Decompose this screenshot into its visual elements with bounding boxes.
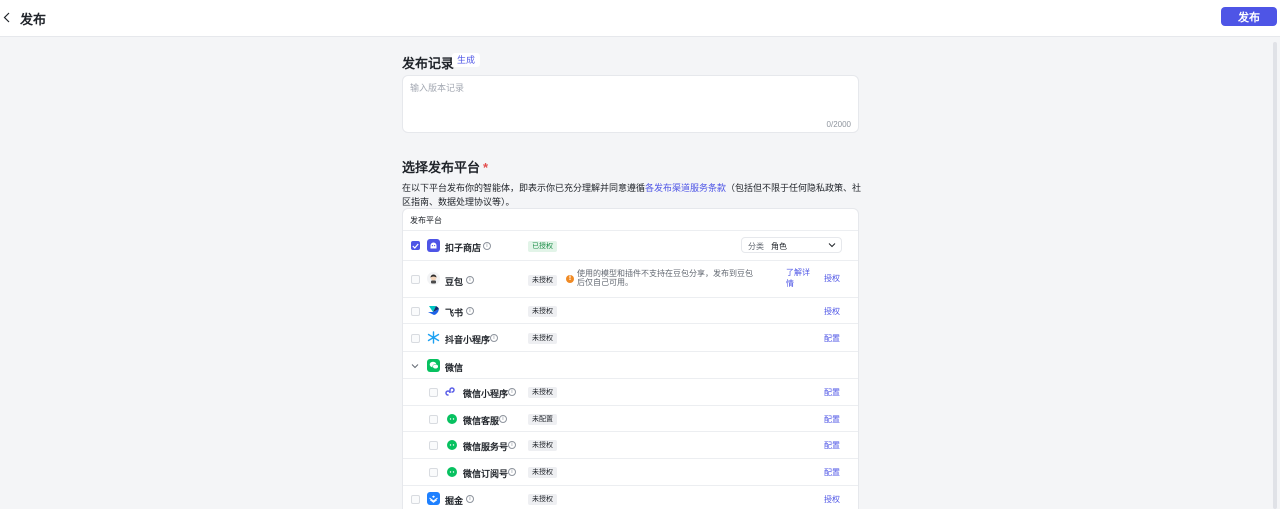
doubao-checkbox[interactable] — [411, 275, 420, 284]
info-icon[interactable]: i — [508, 441, 516, 449]
platform-description: 在以下平台发布你的智能体，即表示你已充分理解并同意遵循各发布渠道服务条款（包括但… — [402, 181, 864, 209]
info-icon[interactable]: i — [466, 495, 474, 503]
wechat-icon — [427, 359, 440, 372]
platform-row-juejin: 掘金 i 未授权 授权 — [403, 486, 858, 509]
platform-table-header: 发布平台 — [403, 209, 858, 231]
douyin-configure-button[interactable]: 配置 — [824, 333, 840, 344]
info-icon[interactable]: i — [508, 468, 516, 476]
wx-mini-status-badge: 未授权 — [528, 387, 557, 398]
category-select[interactable]: 分类 角色 — [741, 237, 842, 253]
platform-row-coze-store: 扣子商店 i 已授权 分类 角色 — [403, 231, 858, 261]
platform-row-douyin: 抖音小程序 i 未授权 配置 — [403, 324, 858, 352]
wx-subscribe-checkbox[interactable] — [429, 468, 438, 477]
platform-group-wechat: 微信 — [403, 352, 858, 379]
chevron-left-icon — [3, 12, 9, 22]
info-icon[interactable]: i — [499, 415, 507, 423]
wechat-bubble-icon — [447, 467, 457, 477]
platform-row-feishu: 飞书 i 未授权 授权 — [403, 298, 858, 324]
info-icon[interactable]: i — [483, 242, 491, 250]
doubao-warning-text: 使用的模型和插件不支持在豆包分享，发布到豆包后仅自己可用。 — [577, 269, 753, 287]
chevron-down-icon[interactable] — [411, 362, 419, 370]
char-counter: 0/2000 — [826, 120, 851, 129]
wx-service-checkbox[interactable] — [429, 415, 438, 424]
wx-subscribe-configure-button[interactable]: 配置 — [824, 467, 840, 478]
wechat-bubble-icon — [447, 440, 457, 450]
column-header-platform: 发布平台 — [410, 216, 442, 225]
douyin-mini-icon — [427, 331, 440, 344]
douyin-name: 抖音小程序 — [445, 335, 491, 345]
publish-button[interactable]: 发布 — [1221, 7, 1277, 26]
learn-more-link[interactable]: 了解详情 — [786, 267, 814, 289]
wechat-bubble-icon — [447, 414, 457, 424]
platform-row-wx-subscribe: 微信订阅号 i 未授权 配置 — [403, 459, 858, 486]
doubao-status-badge: 未授权 — [528, 275, 557, 286]
wechat-group-name: 微信 — [445, 363, 464, 373]
platform-row-wx-mini: 微信小程序 i 未授权 配置 — [403, 379, 858, 406]
wx-mini-checkbox[interactable] — [429, 388, 438, 397]
wx-service-status-badge: 未配置 — [528, 414, 557, 425]
wx-service-configure-button[interactable]: 配置 — [824, 414, 840, 425]
info-icon[interactable]: i — [508, 388, 516, 396]
wx-mini-name: 微信小程序 — [463, 389, 509, 399]
wx-subscribe-status-badge: 未授权 — [528, 467, 557, 478]
warning-icon: ! — [566, 275, 574, 283]
platform-row-doubao: 豆包 i 未授权 ! 使用的模型和插件不支持在豆包分享，发布到豆包后仅自己可用。… — [403, 261, 858, 298]
category-select-label: 分类 — [748, 242, 764, 251]
coze-store-status-badge: 已授权 — [528, 241, 557, 252]
record-input-box: 0/2000 — [402, 75, 859, 133]
wx-official-status-badge: 未授权 — [528, 440, 557, 451]
juejin-status-badge: 未授权 — [528, 494, 557, 505]
wx-service-name: 微信客服 — [463, 416, 500, 426]
wx-official-checkbox[interactable] — [429, 441, 438, 450]
coze-store-icon — [427, 239, 440, 252]
wx-official-configure-button[interactable]: 配置 — [824, 440, 840, 451]
doubao-authorize-button[interactable]: 授权 — [824, 273, 840, 284]
doubao-icon — [427, 272, 440, 285]
platform-row-wx-service: 微信客服 i 未配置 配置 — [403, 406, 858, 432]
info-icon[interactable]: i — [466, 276, 474, 284]
wx-mini-configure-button[interactable]: 配置 — [824, 387, 840, 398]
info-icon[interactable]: i — [466, 307, 474, 315]
top-bar: 发布 发布 — [0, 0, 1280, 37]
info-icon[interactable]: i — [490, 334, 498, 342]
check-icon — [412, 243, 419, 249]
feishu-authorize-button[interactable]: 授权 — [824, 306, 840, 317]
coze-store-checkbox[interactable] — [411, 241, 420, 250]
feishu-icon — [427, 304, 440, 317]
desc-prefix: 在以下平台发布你的智能体，即表示你已充分理解并同意遵循 — [402, 183, 646, 193]
generate-button[interactable]: 生成 — [452, 53, 481, 67]
juejin-icon — [427, 492, 440, 505]
douyin-checkbox[interactable] — [411, 334, 420, 343]
terms-link[interactable]: 各发布渠道服务条款 — [645, 183, 726, 193]
wx-subscribe-name: 微信订阅号 — [463, 469, 509, 479]
platform-row-wx-official: 微信服务号 i 未授权 配置 — [403, 432, 858, 459]
page-scrollbar[interactable] — [1273, 42, 1277, 509]
juejin-authorize-button[interactable]: 授权 — [824, 494, 840, 505]
platform-section-title: 选择发布平台 * — [402, 157, 488, 176]
platform-table: 发布平台 扣子商店 i 已授权 分类 角色 豆包 i 未授权 ! 使用的模型和插… — [402, 208, 859, 509]
version-record-input[interactable] — [403, 76, 858, 132]
feishu-checkbox[interactable] — [411, 307, 420, 316]
chevron-down-icon — [828, 243, 836, 248]
record-section-title: 发布记录 — [402, 56, 455, 71]
wx-mini-program-icon — [445, 385, 458, 398]
juejin-name: 掘金 — [445, 496, 464, 506]
juejin-checkbox[interactable] — [411, 495, 420, 504]
category-select-value: 角色 — [771, 242, 787, 251]
coze-store-name: 扣子商店 — [445, 243, 482, 253]
feishu-status-badge: 未授权 — [528, 306, 557, 317]
wx-official-name: 微信服务号 — [463, 442, 509, 452]
platform-title-text: 选择发布平台 — [402, 160, 481, 175]
douyin-status-badge: 未授权 — [528, 333, 557, 344]
page-title: 发布 — [20, 12, 47, 27]
required-mark: * — [483, 160, 489, 175]
back-button[interactable] — [0, 8, 12, 26]
doubao-name: 豆包 — [445, 277, 464, 287]
feishu-name: 飞书 — [445, 308, 464, 318]
